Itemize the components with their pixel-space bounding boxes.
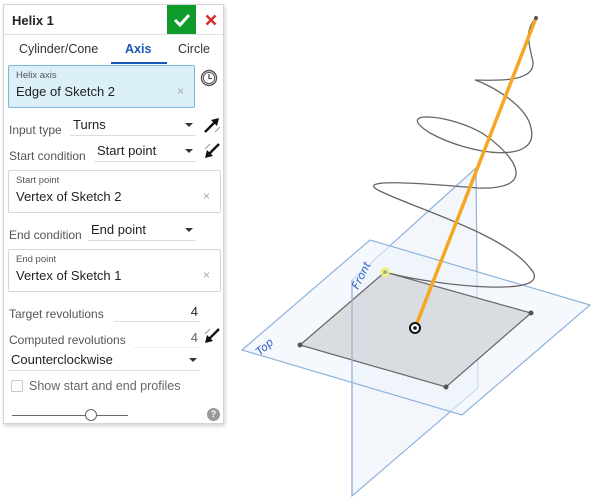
axis-end-vertex[interactable] <box>534 16 538 20</box>
target-revolutions-value: 4 <box>190 304 198 319</box>
chevron-down-icon <box>185 149 193 153</box>
end-point-field[interactable]: End point Vertex of Sketch 1 × <box>8 249 221 292</box>
start-condition-label: Start condition <box>9 149 86 163</box>
end-condition-dropdown[interactable]: End point <box>88 221 196 241</box>
clear-selection-icon[interactable]: × <box>177 84 184 98</box>
target-revolutions-label: Target revolutions <box>9 307 104 321</box>
helix-axis-label: Helix axis <box>16 70 57 81</box>
show-profiles-checkbox[interactable] <box>11 380 23 392</box>
end-point-vertex <box>383 270 387 274</box>
direction-arrow-icon[interactable] <box>202 115 222 135</box>
target-revolutions-input[interactable]: 4 <box>114 302 200 322</box>
slider-thumb[interactable] <box>84 409 97 421</box>
helix-axis-value: Edge of Sketch 2 <box>16 84 116 99</box>
tab-cylinder-cone[interactable]: Cylinder/Cone <box>19 42 98 56</box>
start-point-value: Vertex of Sketch 2 <box>16 189 122 204</box>
flip-direction-icon[interactable] <box>202 326 222 346</box>
tab-axis[interactable]: Axis <box>125 42 151 56</box>
start-point-label: Start point <box>16 175 60 186</box>
clock-icon[interactable] <box>200 69 218 87</box>
flip-direction-icon[interactable] <box>202 141 222 161</box>
accept-button[interactable] <box>167 5 196 34</box>
end-point-value: Vertex of Sketch 1 <box>16 268 122 283</box>
direction-value: Counterclockwise <box>11 352 113 367</box>
chevron-down-icon <box>185 123 193 127</box>
sketch-vertex[interactable] <box>297 342 303 348</box>
direction-dropdown[interactable]: Counterclockwise <box>8 351 200 371</box>
clear-selection-icon[interactable]: × <box>203 268 210 282</box>
end-condition-label: End condition <box>9 228 82 242</box>
tab-circle[interactable]: Circle <box>178 42 210 56</box>
start-condition-dropdown[interactable]: Start point <box>94 142 196 162</box>
cancel-button[interactable] <box>200 5 222 34</box>
helix-feature-dialog: Helix 1 Cylinder/Cone Axis Circle Helix … <box>3 4 224 424</box>
helix-axis-field[interactable]: Helix axis Edge of Sketch 2 × <box>8 65 195 108</box>
help-icon[interactable]: ? <box>207 408 220 421</box>
computed-revolutions-label: Computed revolutions <box>9 333 126 347</box>
sketch-vertex[interactable] <box>528 310 534 316</box>
input-type-value: Turns <box>73 117 106 132</box>
dialog-title: Helix 1 <box>12 13 54 28</box>
end-condition-value: End point <box>91 222 146 237</box>
dialog-header: Helix 1 <box>4 5 223 35</box>
show-profiles-row[interactable]: Show start and end profiles <box>11 379 180 393</box>
end-point-label: End point <box>16 254 57 265</box>
clear-selection-icon[interactable]: × <box>203 189 210 203</box>
start-point-field[interactable]: Start point Vertex of Sketch 2 × <box>8 170 221 213</box>
input-type-dropdown[interactable]: Turns <box>70 116 196 136</box>
computed-revolutions-value: 4 <box>190 330 198 345</box>
sketch-vertex[interactable] <box>443 384 449 390</box>
active-tab-indicator <box>111 62 167 64</box>
start-point-dot <box>413 326 417 330</box>
tab-bar: Cylinder/Cone Axis Circle <box>4 36 223 64</box>
chevron-down-icon <box>185 228 193 232</box>
chevron-down-icon <box>189 358 197 362</box>
input-type-label: Input type <box>9 123 62 137</box>
close-icon <box>205 14 217 25</box>
slider-track <box>12 415 128 416</box>
preview-slider[interactable] <box>12 408 128 422</box>
checkmark-icon <box>173 13 190 27</box>
show-profiles-label: Show start and end profiles <box>29 379 181 393</box>
start-condition-value: Start point <box>97 143 157 158</box>
computed-revolutions-field: 4 <box>134 328 200 348</box>
